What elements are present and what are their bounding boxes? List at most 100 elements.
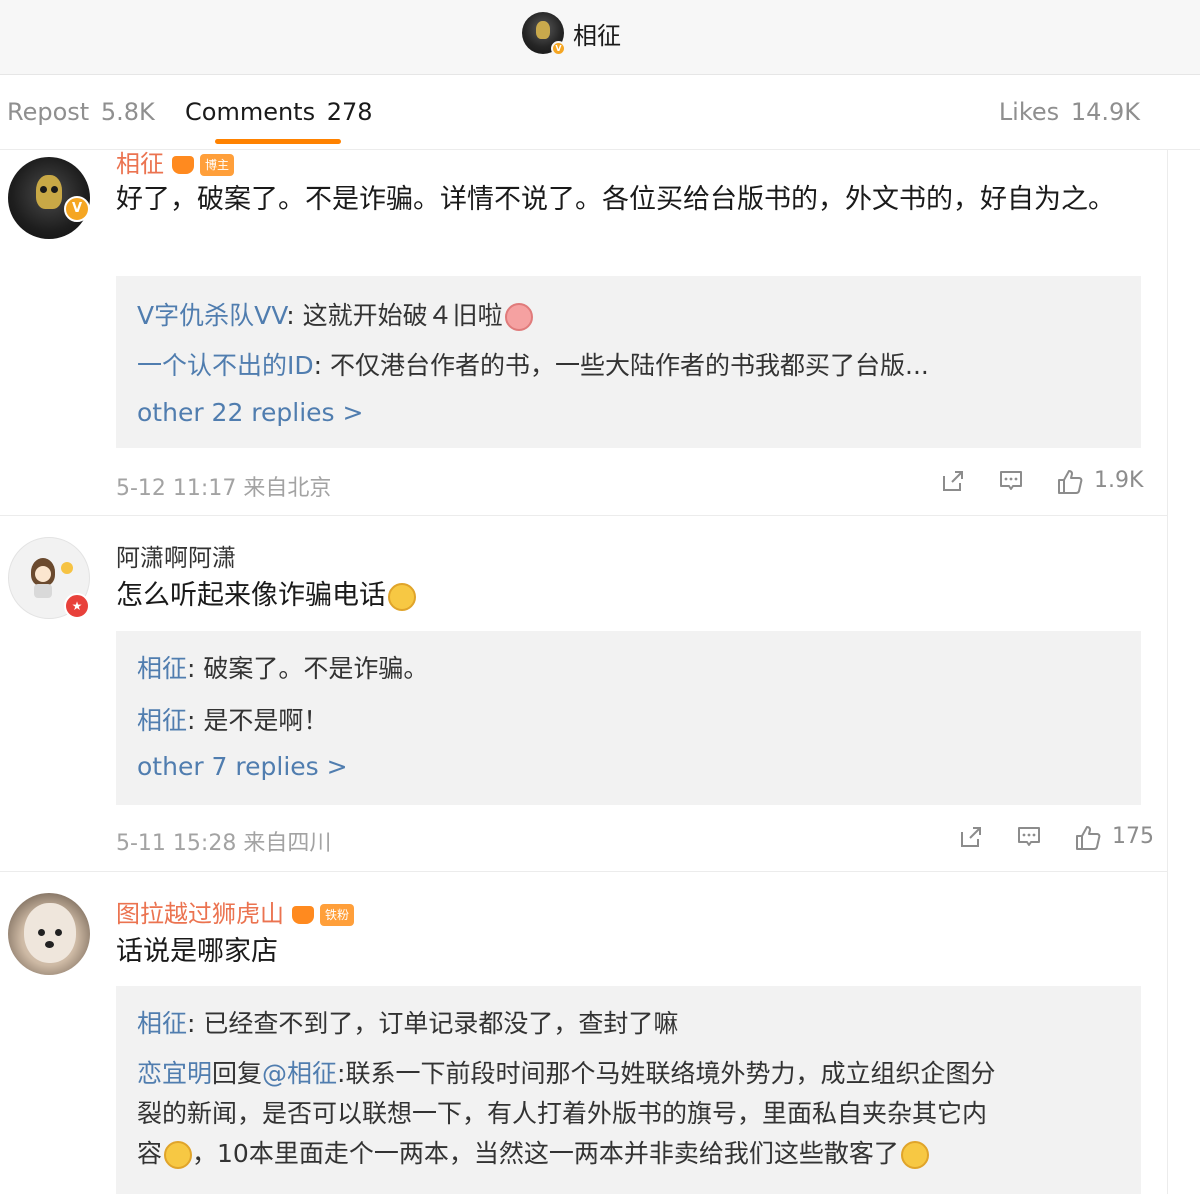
author-avatar[interactable]: V	[522, 12, 566, 56]
tab-likes-label: Likes	[998, 98, 1060, 126]
skull-image	[36, 175, 62, 209]
verified-icon: V	[551, 41, 566, 56]
reply-line: 相征: 破案了。不是诈骗。	[137, 649, 428, 685]
reply-username[interactable]: 相征	[137, 654, 187, 683]
reply-to-label: 回复	[212, 1059, 263, 1088]
more-replies-link[interactable]: other 7 replies >	[137, 752, 348, 781]
avatar-face	[35, 566, 51, 582]
reply-text: : 这就开始破４旧啦	[286, 301, 503, 330]
fan-tag: 铁粉	[320, 904, 355, 926]
laugh-cry-emoji-icon	[388, 582, 416, 611]
comment-actions: 1.9K	[940, 468, 1143, 498]
comment-location: 来自四川	[243, 831, 332, 856]
tab-comments-label: Comments	[185, 98, 316, 126]
tab-comments[interactable]: Comments 278	[185, 98, 373, 126]
reply-box[interactable]: V字仇杀队VV: 这就开始破４旧啦 一个认不出的ID: 不仅港台作者的书，一些大…	[116, 276, 1141, 448]
username-text: 图拉越过狮虎山	[116, 900, 284, 928]
reply-text: : 破案了。不是诈骗。	[187, 654, 429, 683]
dog-eye	[55, 929, 62, 936]
tab-repost-count: 5.8K	[100, 98, 155, 126]
comment-meta: 5-11 15:28 来自四川	[116, 825, 331, 857]
comment-button[interactable]	[998, 468, 1024, 494]
skull-eye	[40, 186, 47, 193]
comment-text: 话说是哪家店	[116, 936, 278, 967]
dog-nose	[45, 941, 54, 948]
avatar[interactable]	[8, 893, 90, 975]
comment-username[interactable]: 阿潇啊阿潇	[116, 538, 236, 573]
reply-text: 裂的新闻，是否可以联想一下，有人打着外版书的旗号，里面私自夹杂其它内	[137, 1099, 988, 1128]
comment-icon	[1000, 471, 1022, 490]
comment-item: V 相征 博主 好了，破案了。不是诈骗。详情不说了。各位买给台版书的，外文书的，好…	[0, 150, 1200, 515]
comment-button[interactable]	[1016, 824, 1042, 850]
top-bar: V 相征	[0, 0, 1200, 75]
comment-item: ★ 阿潇啊阿潇 怎么听起来像诈骗电话 相征: 破案了。不是诈骗。 相征: 是不是…	[0, 516, 1200, 871]
reply-line: 恋宜明回复@相征:联系一下前段时间那个马姓联络境外势力，成立组织企图分	[137, 1054, 995, 1090]
reply-line-continued: 容 ，10本里面走个一两本，当然这一两本并非卖给我们这些散客了	[137, 1134, 929, 1170]
reply-line: 相征: 是不是啊！	[137, 701, 328, 737]
comment-icon	[1018, 827, 1040, 846]
member-badge-icon: ★	[64, 593, 90, 619]
share-button[interactable]	[958, 824, 984, 850]
more-replies-link[interactable]: other 22 replies >	[137, 398, 363, 427]
like-count: 175	[1112, 824, 1154, 849]
crown-icon	[172, 156, 194, 174]
skull-image	[536, 21, 550, 39]
tab-repost-label: Repost	[7, 98, 90, 126]
reply-username[interactable]: V字仇杀队VV	[137, 301, 286, 330]
comment-username[interactable]: 图拉越过狮虎山 铁粉	[116, 894, 355, 929]
reply-text: 容	[137, 1139, 163, 1168]
reply-box[interactable]: 相征: 破案了。不是诈骗。 相征: 是不是啊！ other 7 replies …	[116, 631, 1141, 805]
reply-username[interactable]: 相征	[137, 706, 187, 735]
reply-line-continued: 裂的新闻，是否可以联想一下，有人打着外版书的旗号，里面私自夹杂其它内	[137, 1094, 987, 1130]
comment-text-content: 怎么听起来像诈骗电话	[116, 580, 386, 611]
reply-box[interactable]: 相征: 已经查不到了，订单记录都没了，查封了嘛 恋宜明回复@相征:联系一下前段时…	[116, 986, 1141, 1194]
like-count: 1.9K	[1094, 468, 1144, 493]
dog-eye	[38, 929, 45, 936]
author-tag: 博主	[200, 154, 235, 176]
tab-likes-count: 14.9K	[1070, 98, 1140, 126]
tab-comments-count: 278	[326, 98, 373, 126]
like-button[interactable]: 175	[1074, 824, 1154, 852]
crown-icon	[292, 906, 314, 924]
reply-username[interactable]: 一个认不出的ID	[137, 351, 314, 380]
reply-line: 相征: 已经查不到了，订单记录都没了，查封了嘛	[137, 1004, 678, 1040]
comment-text: 好了，破案了。不是诈骗。详情不说了。各位买给台版书的，外文书的，好自为之。	[116, 184, 1115, 215]
comment-actions: 175	[958, 824, 1154, 854]
username-text: 阿潇啊阿潇	[116, 544, 236, 572]
thumbs-up-icon	[1076, 826, 1101, 850]
mention-link[interactable]: @相征	[262, 1059, 337, 1088]
reply-line: 一个认不出的ID: 不仅港台作者的书，一些大陆作者的书我都买了台版...	[137, 346, 929, 382]
verified-icon: V	[64, 196, 90, 222]
comment-time: 5-11 15:28	[116, 831, 237, 856]
reply-line: V字仇杀队VV: 这就开始破４旧啦	[137, 296, 533, 332]
reply-text: : 已经查不到了，订单记录都没了，查封了嘛	[187, 1009, 679, 1038]
tab-bar: Repost 5.8K Comments 278 Likes 14.9K	[0, 76, 1200, 150]
comment-username[interactable]: 相征 博主	[116, 144, 235, 179]
tab-repost[interactable]: Repost 5.8K	[7, 98, 155, 126]
thumbs-up-icon	[1058, 470, 1083, 494]
reply-text: :联系一下前段时间那个马姓联络境外势力，成立组织企图分	[337, 1059, 996, 1088]
reply-text: : 不仅港台作者的书，一些大陆作者的书我都买了台版...	[313, 351, 929, 380]
pig-emoji-icon	[504, 303, 533, 331]
comment-time: 5-12 11:17	[116, 476, 237, 501]
reply-text: ，10本里面走个一两本，当然这一两本并非卖给我们这些散客了	[192, 1139, 899, 1168]
reply-username[interactable]: 恋宜明	[137, 1059, 212, 1088]
laugh-cry-emoji-icon	[164, 1141, 193, 1169]
share-button[interactable]	[940, 468, 966, 494]
dog-image	[24, 903, 76, 963]
comment-item: 图拉越过狮虎山 铁粉 话说是哪家店 相征: 已经查不到了，订单记录都没了，查封了嘛…	[0, 872, 1200, 1194]
like-button[interactable]: 1.9K	[1056, 468, 1143, 496]
comment-location: 来自北京	[243, 476, 332, 501]
comment-meta: 5-12 11:17 来自北京	[116, 470, 331, 502]
comment-text: 怎么听起来像诈骗电话	[116, 576, 1146, 616]
sun-icon	[61, 562, 73, 574]
share-icon	[943, 471, 963, 491]
tab-likes[interactable]: Likes 14.9K	[999, 98, 1140, 126]
share-icon	[961, 827, 981, 847]
reply-text: : 是不是啊！	[187, 706, 329, 735]
author-name[interactable]: 相征	[573, 16, 621, 51]
laugh-cry-emoji-icon	[900, 1141, 929, 1169]
skull-eye	[51, 186, 58, 193]
reply-username[interactable]: 相征	[137, 1009, 187, 1038]
username-text: 相征	[116, 150, 164, 178]
